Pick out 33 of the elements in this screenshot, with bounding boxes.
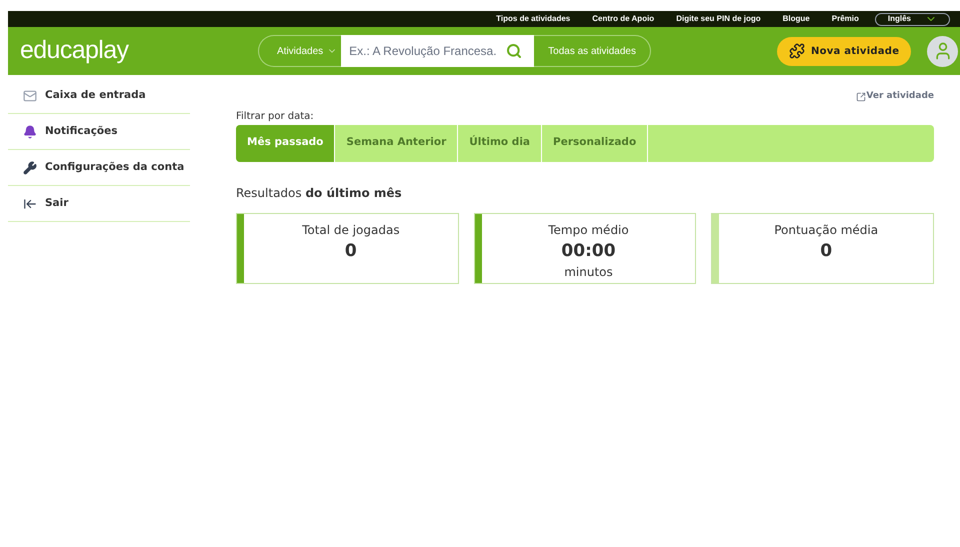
new-activity-button[interactable]: Nova atividade [776,36,912,66]
card-value: 0 [820,240,832,262]
filter-tab[interactable]: Personalizado [542,124,648,162]
avatar[interactable] [927,36,958,66]
card-title: Pontuação média [774,222,878,238]
exit-icon [23,196,37,210]
sidebar-item[interactable]: Configurações da conta [8,150,190,186]
top-link[interactable]: Centro de Apoio [592,13,654,25]
bell-icon [23,124,37,138]
card-value: 0 [344,240,357,262]
card-title: Tempo médio [548,222,629,238]
card-value: 00:00 [561,240,616,262]
mail-icon [23,88,37,102]
top-link[interactable]: Prêmio [832,13,859,25]
puzzle-icon [788,43,805,59]
search-icon[interactable] [506,43,522,59]
top-link[interactable]: Digite seu PIN de jogo [676,13,761,25]
filter-label: Filtrar por data: [236,110,315,124]
card-title: Total de jogadas [302,222,400,238]
sidebar-item[interactable]: Notificações [8,114,190,150]
filter-tab[interactable]: Último dia [458,124,542,162]
search-field[interactable]: Ex.: A Revolução Francesa. [341,35,506,67]
top-link[interactable]: Blogue [782,13,810,25]
wrench-icon [23,160,37,174]
filter-tab[interactable]: Semana Anterior [335,124,458,162]
sidebar-item[interactable]: Caixa de entrada [8,78,190,114]
language-select[interactable]: Inglês [874,12,950,26]
external-icon [856,92,866,102]
view-activity-link[interactable]: Ver atividade [856,90,934,104]
sidebar-item[interactable]: Sair [8,186,190,222]
top-link[interactable]: Tipos de atividades [496,13,570,25]
results-heading: Resultados do último mês [236,184,403,202]
card-unit: minutos [564,264,613,280]
